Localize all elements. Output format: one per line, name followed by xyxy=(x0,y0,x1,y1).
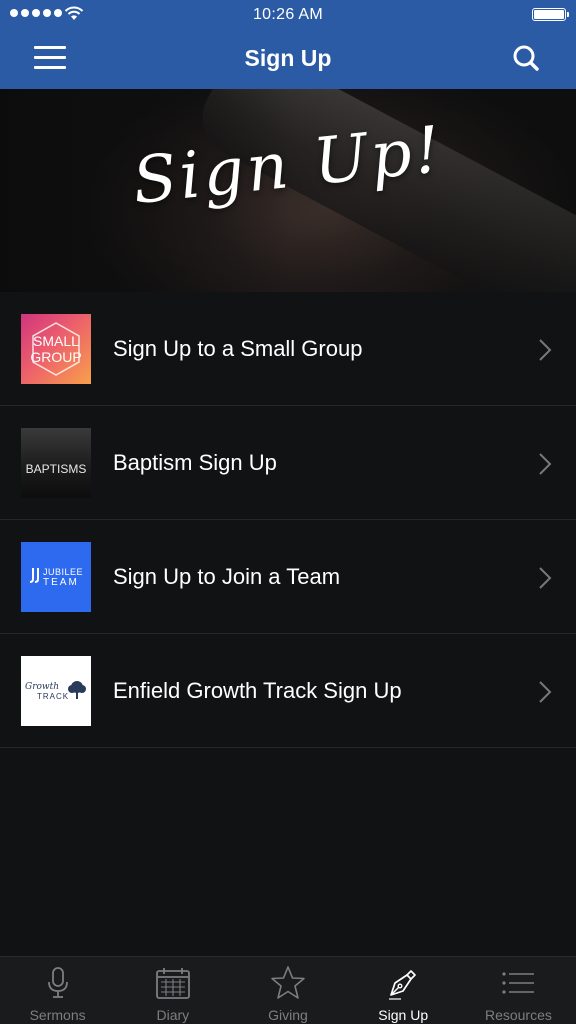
small-group-thumbnail: SMALL GROUP xyxy=(21,314,91,384)
list-item-label: Baptism Sign Up xyxy=(113,450,277,475)
tab-resources[interactable]: Resources xyxy=(461,957,576,1024)
baptisms-thumbnail: BAPTISMS xyxy=(21,428,91,498)
jubilee-logo-icon xyxy=(30,568,39,583)
list-item-baptism[interactable]: BAPTISMS Baptism Sign Up xyxy=(0,406,576,520)
tab-giving[interactable]: Giving xyxy=(230,957,345,1024)
status-time: 10:26 AM xyxy=(252,6,323,23)
tab-sermons[interactable]: Sermons xyxy=(0,957,115,1024)
list-item-label: Sign Up to a Small Group xyxy=(113,336,363,361)
chevron-right-icon xyxy=(539,339,552,361)
star-icon xyxy=(271,966,305,999)
list-item-label: Sign Up to Join a Team xyxy=(113,564,341,589)
search-icon[interactable] xyxy=(512,44,540,72)
status-bar: 10:26 AM xyxy=(0,0,576,30)
list-item-join-team[interactable]: JUBILEE TEAM Sign Up to Join a Team xyxy=(0,520,576,634)
hero-banner: Sign Up! xyxy=(0,89,576,292)
list-item-label: Enfield Growth Track Sign Up xyxy=(113,678,402,703)
pen-nib-icon xyxy=(389,970,417,1000)
list-item-growth-track[interactable]: Growth TRACK Enfield Growth Track Sign U… xyxy=(0,634,576,748)
signup-list: SMALL GROUP Sign Up to a Small Group BAP… xyxy=(0,292,576,748)
tab-sign-up[interactable]: Sign Up xyxy=(346,957,461,1024)
battery-icon xyxy=(532,8,569,21)
chevron-right-icon xyxy=(539,567,552,589)
tree-icon xyxy=(68,681,86,699)
chevron-right-icon xyxy=(539,681,552,703)
jubilee-team-thumbnail: JUBILEE TEAM xyxy=(21,542,91,612)
list-item-small-group[interactable]: SMALL GROUP Sign Up to a Small Group xyxy=(0,292,576,406)
navigation-bar: 10:26 AM Sign Up xyxy=(0,0,576,89)
page-title: Sign Up xyxy=(244,45,332,71)
tab-diary[interactable]: Diary xyxy=(115,957,230,1024)
calendar-icon xyxy=(155,968,190,999)
chevron-right-icon xyxy=(539,453,552,475)
microphone-icon xyxy=(47,967,68,998)
list-icon xyxy=(502,972,535,994)
tab-bar: Sermons Diary Giving Sign Up Resources xyxy=(0,956,576,1024)
growth-track-thumbnail: Growth TRACK xyxy=(21,656,91,726)
